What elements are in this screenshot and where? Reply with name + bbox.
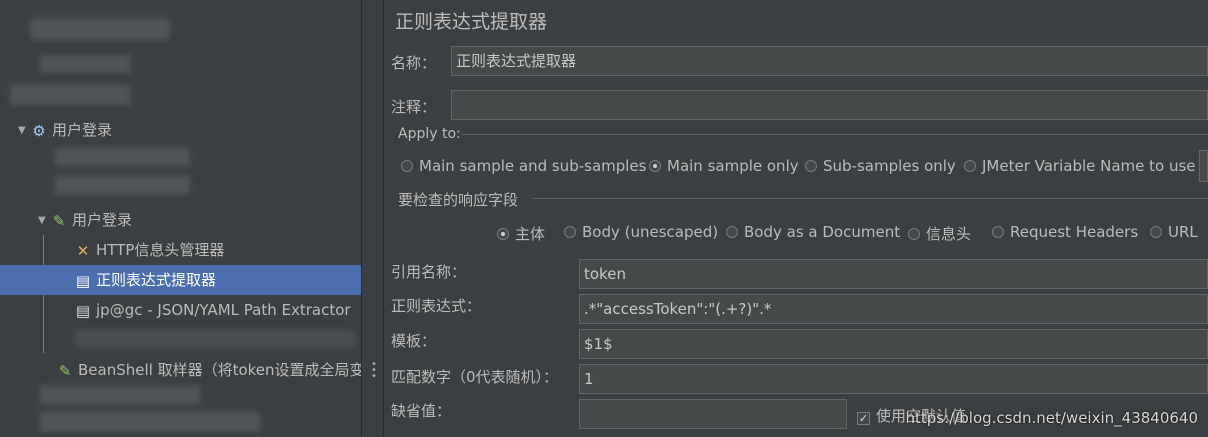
radio-circle-icon [726, 226, 738, 238]
radio-body-as-document[interactable]: Body as a Document [726, 223, 900, 241]
radio-label: Sub-samples only [823, 157, 956, 175]
gear-icon: ⚙ [32, 121, 46, 140]
radio-body-unescaped[interactable]: Body (unescaped) [564, 223, 718, 241]
radio-label: Main sample only [667, 157, 799, 175]
radio-circle-icon [401, 160, 413, 172]
apply-to-label: Apply to: [398, 126, 461, 142]
obscured-tree-item [55, 148, 190, 166]
tree-item-label: 正则表达式提取器 [96, 271, 217, 289]
tree-item-json-extractor[interactable]: ▤ jp@gc - JSON/YAML Path Extractor [74, 295, 351, 325]
default-value-field[interactable] [579, 399, 847, 429]
name-field[interactable]: 正则表达式提取器 [451, 46, 1208, 76]
obscured-tree-item [30, 18, 170, 40]
document-icon: ▤ [75, 271, 91, 290]
radio-label: Body as a Document [744, 223, 901, 241]
regex-field[interactable]: .*"accessToken":"(.+?)".* [579, 294, 1208, 324]
obscured-tree-item [40, 55, 130, 73]
radio-circle-icon [1150, 226, 1162, 238]
ref-name-label: 引用名称： [391, 263, 467, 281]
radio-body[interactable]: 主体 [497, 223, 545, 244]
radio-jmeter-variable[interactable]: JMeter Variable Name to use [964, 157, 1196, 175]
radio-label: 主体 [515, 225, 546, 243]
radio-circle-icon [992, 226, 1004, 238]
radio-sub-samples-only[interactable]: Sub-samples only [805, 157, 956, 175]
radio-circle-icon [964, 160, 976, 172]
obscured-tree-item [40, 412, 260, 432]
radio-circle-icon [564, 226, 576, 238]
watermark: https://blog.csdn.net/weixin_43840640 [905, 409, 1198, 427]
radio-label: JMeter Variable Name to use [982, 157, 1196, 175]
tree-item-label: jp@gc - JSON/YAML Path Extractor [96, 301, 351, 319]
tree-item-regex-extractor[interactable]: ▤ 正则表达式提取器 [0, 265, 361, 295]
match-number-label: 匹配数字（0代表随机）： [391, 368, 559, 386]
match-number-field[interactable]: 1 [579, 364, 1208, 394]
radio-url[interactable]: URL [1150, 223, 1198, 241]
tree-item-label: 用户登录 [72, 211, 133, 229]
radio-label: Body (unescaped) [582, 223, 719, 241]
expand-arrow-icon[interactable]: ▼ [38, 206, 50, 236]
radio-headers[interactable]: 信息头 [908, 223, 971, 244]
comment-field[interactable] [451, 90, 1208, 120]
tree-item-thread-group[interactable]: ▼ ⚙ 用户登录 [18, 115, 112, 145]
expand-arrow-icon[interactable]: ▼ [18, 116, 30, 146]
wrench-icon: ✕ [76, 241, 90, 260]
radio-circle-icon [805, 160, 817, 172]
obscured-tree-item [40, 386, 200, 404]
tree-item-beanshell-sampler[interactable]: ✎ BeanShell 取样器（将token设置成全局变 [56, 355, 361, 385]
apply-to-group-border [461, 134, 1208, 135]
tree-item-label: BeanShell 取样器（将token设置成全局变 [78, 361, 361, 379]
radio-main-and-sub-samples[interactable]: Main sample and sub-samples [401, 157, 646, 175]
obscured-tree-item [55, 176, 190, 194]
pipette-icon: ✎ [58, 361, 72, 380]
radio-circle-icon [908, 228, 920, 240]
radio-label: 信息头 [926, 225, 972, 243]
panel-splitter[interactable]: • • • [361, 0, 384, 437]
default-value-label: 缺省值： [391, 402, 452, 420]
field-to-check-label: 要检查的响应字段 [398, 191, 519, 209]
template-field[interactable]: $1$ [579, 329, 1208, 359]
panel-title: 正则表达式提取器 [395, 11, 548, 33]
comment-label: 注释： [391, 98, 437, 116]
obscured-tree-item [75, 330, 355, 348]
tree-item-transaction[interactable]: ▼ ✎ 用户登录 [38, 205, 132, 235]
jmeter-variable-field[interactable] [1199, 150, 1208, 182]
tree-item-label: 用户登录 [52, 121, 113, 139]
document-icon: ▤ [75, 301, 91, 320]
name-label: 名称： [391, 54, 437, 72]
radio-circle-icon [649, 160, 661, 172]
radio-label: Request Headers [1010, 223, 1139, 241]
drag-handle-icon[interactable]: • • • [371, 360, 377, 382]
regex-label: 正则表达式： [391, 297, 482, 315]
radio-circle-icon [497, 228, 509, 240]
regex-extractor-panel: 正则表达式提取器 名称： 正则表达式提取器 注释： Apply to: Main… [383, 0, 1208, 437]
pipette-icon: ✎ [52, 211, 66, 230]
checkbox-checked-icon: ✓ [857, 412, 870, 425]
radio-label: URL [1168, 223, 1198, 241]
radio-main-sample-only[interactable]: Main sample only [649, 157, 799, 175]
radio-label: Main sample and sub-samples [419, 157, 647, 175]
radio-request-headers[interactable]: Request Headers [992, 223, 1138, 241]
tree-item-label: HTTP信息头管理器 [96, 241, 225, 259]
ref-name-field[interactable]: token [579, 259, 1208, 289]
obscured-tree-item [10, 85, 130, 105]
test-plan-tree[interactable]: ▼ ⚙ 用户登录 ▼ ✎ 用户登录 ✕ HTTP信息头管理器 ▤ 正则表达式提取器 ▤ jp@… [0, 0, 361, 437]
field-to-check-group-border [533, 198, 1208, 199]
tree-item-header-manager[interactable]: ✕ HTTP信息头管理器 [74, 235, 225, 265]
template-label: 模板： [391, 332, 437, 350]
